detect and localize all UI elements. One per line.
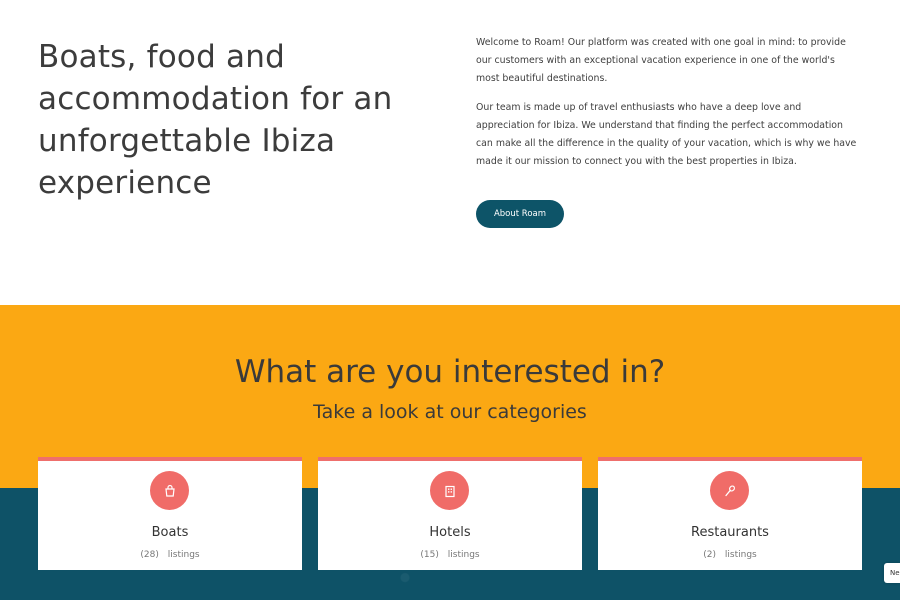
listing-label: listings (167, 550, 200, 560)
listing-label: listings (447, 550, 480, 560)
team-paragraph: Our team is made up of travel enthusiast… (476, 102, 857, 167)
hero-description: Welcome to Roam! Our platform was create… (476, 34, 861, 182)
category-name: Restaurants (691, 525, 769, 540)
category-card-restaurants[interactable]: Restaurants (2) listings (598, 457, 862, 570)
listing-label: listings (724, 550, 757, 560)
category-icon-circle (430, 471, 469, 510)
spoon-icon (724, 484, 735, 496)
category-icon-circle (150, 471, 189, 510)
bag-icon (164, 484, 175, 497)
side-tab[interactable]: Ne (884, 563, 900, 583)
categories-section: What are you interested in? Take a look … (0, 305, 900, 600)
about-roam-button[interactable]: About Roam (476, 200, 564, 228)
categories-heading: What are you interested in? (234, 354, 666, 390)
category-name: Boats (151, 525, 189, 540)
building-icon (444, 485, 455, 497)
listing-count: (28) (140, 550, 159, 560)
category-count: (28) listings (38, 550, 302, 560)
category-icon-circle (710, 471, 749, 510)
listing-count: (15) (420, 550, 439, 560)
hero-title: Boats, food and accommodation for an unf… (38, 39, 393, 201)
category-count: (15) listings (318, 550, 582, 560)
hero-section: Boats, food and accommodation for an unf… (0, 0, 900, 305)
intro-paragraph: Welcome to Roam! Our platform was create… (476, 37, 846, 84)
categories-subheading: Take a look at our categories (313, 401, 587, 423)
listing-count: (2) (703, 550, 717, 560)
category-card-hotels[interactable]: Hotels (15) listings (318, 457, 582, 570)
category-card-boats[interactable]: Boats (28) listings (38, 457, 302, 570)
category-count: (2) listings (598, 550, 862, 560)
category-name: Hotels (429, 525, 471, 540)
